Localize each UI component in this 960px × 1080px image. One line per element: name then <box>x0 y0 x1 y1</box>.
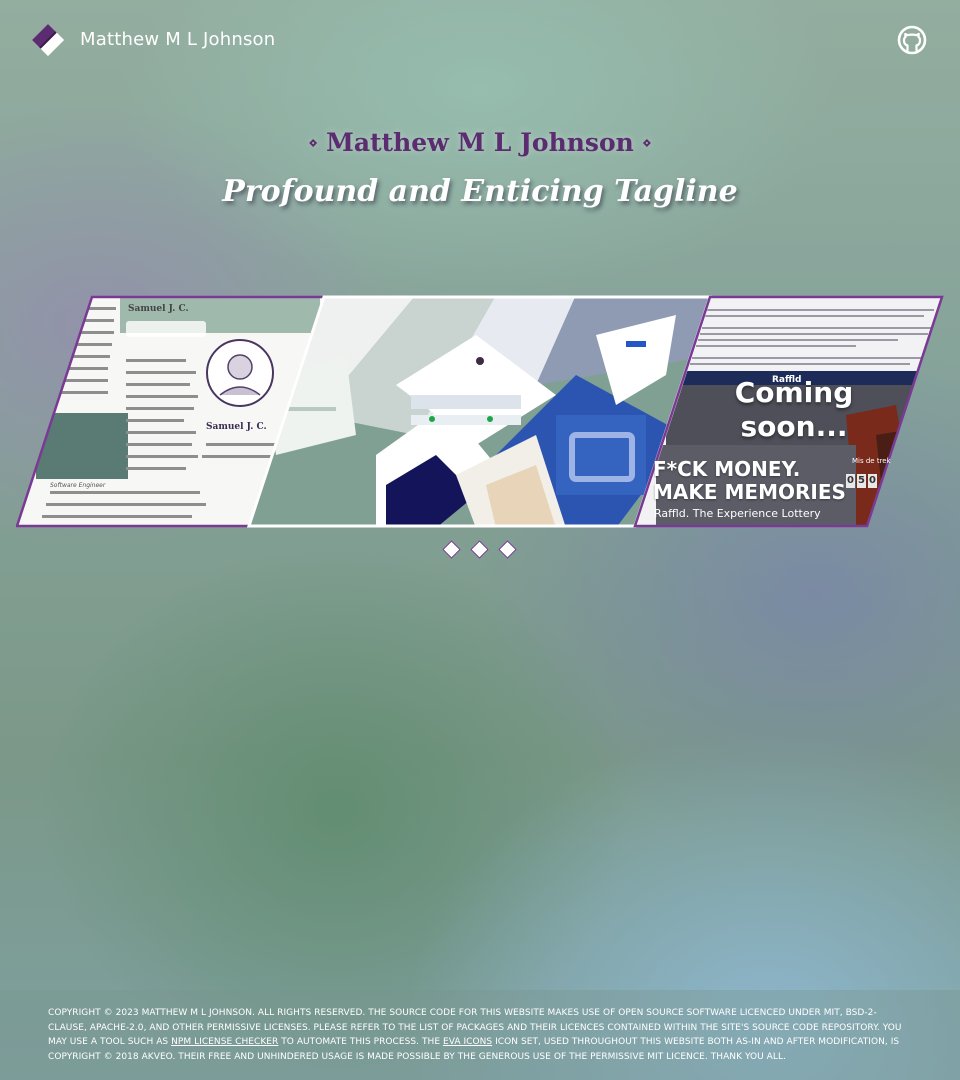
ornament-left-icon: ⋄ <box>308 133 319 152</box>
footer-text-2: to automate this process. The <box>278 1037 443 1048</box>
carousel-dot-3[interactable] <box>498 540 517 559</box>
eva-icons-link[interactable]: Eva Icons <box>443 1037 492 1047</box>
site-name-link[interactable]: Matthew M L Johnson <box>80 29 275 50</box>
coming-soon-line-1: Coming <box>734 376 854 409</box>
brand-logo-icon[interactable] <box>30 22 66 58</box>
carousel-dot-1[interactable] <box>442 540 461 559</box>
raffld-headline-1: F*CK MONEY. <box>653 457 801 481</box>
npm-license-checker-link[interactable]: npm license checker <box>171 1037 278 1047</box>
countdown: 0 5 0 <box>846 474 877 488</box>
carousel-dots <box>440 538 522 562</box>
raffld-headline-2: MAKE MEMORIES <box>653 480 846 504</box>
ornament-right-icon: ⋄ <box>641 133 652 152</box>
raffld-headline: F*CK MONEY. MAKE MEMORIES <box>653 458 846 504</box>
countdown-label: Mis de trek <box>852 457 891 465</box>
slide-profile-role: Software Engineer <box>50 482 106 489</box>
hero-title-text: Matthew M L Johnson <box>326 128 634 157</box>
hero-tagline: Profound and Enticing Tagline <box>222 174 738 209</box>
site-footer: Copyright © 2023 Matthew M L Johnson. Al… <box>0 990 960 1080</box>
carousel-dot-2[interactable] <box>470 540 489 559</box>
countdown-digit: 0 <box>868 474 877 488</box>
svg-text:Samuel J. C.: Samuel J. C. <box>206 422 267 432</box>
raffld-subline: Raffld. The Experience Lottery <box>654 507 821 520</box>
coming-soon-line-2: soon... <box>740 410 848 443</box>
slide-profile-heading: Samuel J. C. <box>128 304 189 314</box>
countdown-digit: 5 <box>857 474 866 488</box>
footer-copyright: Copyright © 2023 Matthew M L Johnson. Al… <box>48 1006 914 1064</box>
github-icon[interactable] <box>894 22 930 58</box>
hero-title: ⋄ Matthew M L Johnson ⋄ <box>0 128 960 157</box>
countdown-digit: 0 <box>846 474 855 488</box>
coming-soon-overlay: Coming soon... <box>718 376 870 444</box>
site-header: Matthew M L Johnson <box>0 0 960 80</box>
